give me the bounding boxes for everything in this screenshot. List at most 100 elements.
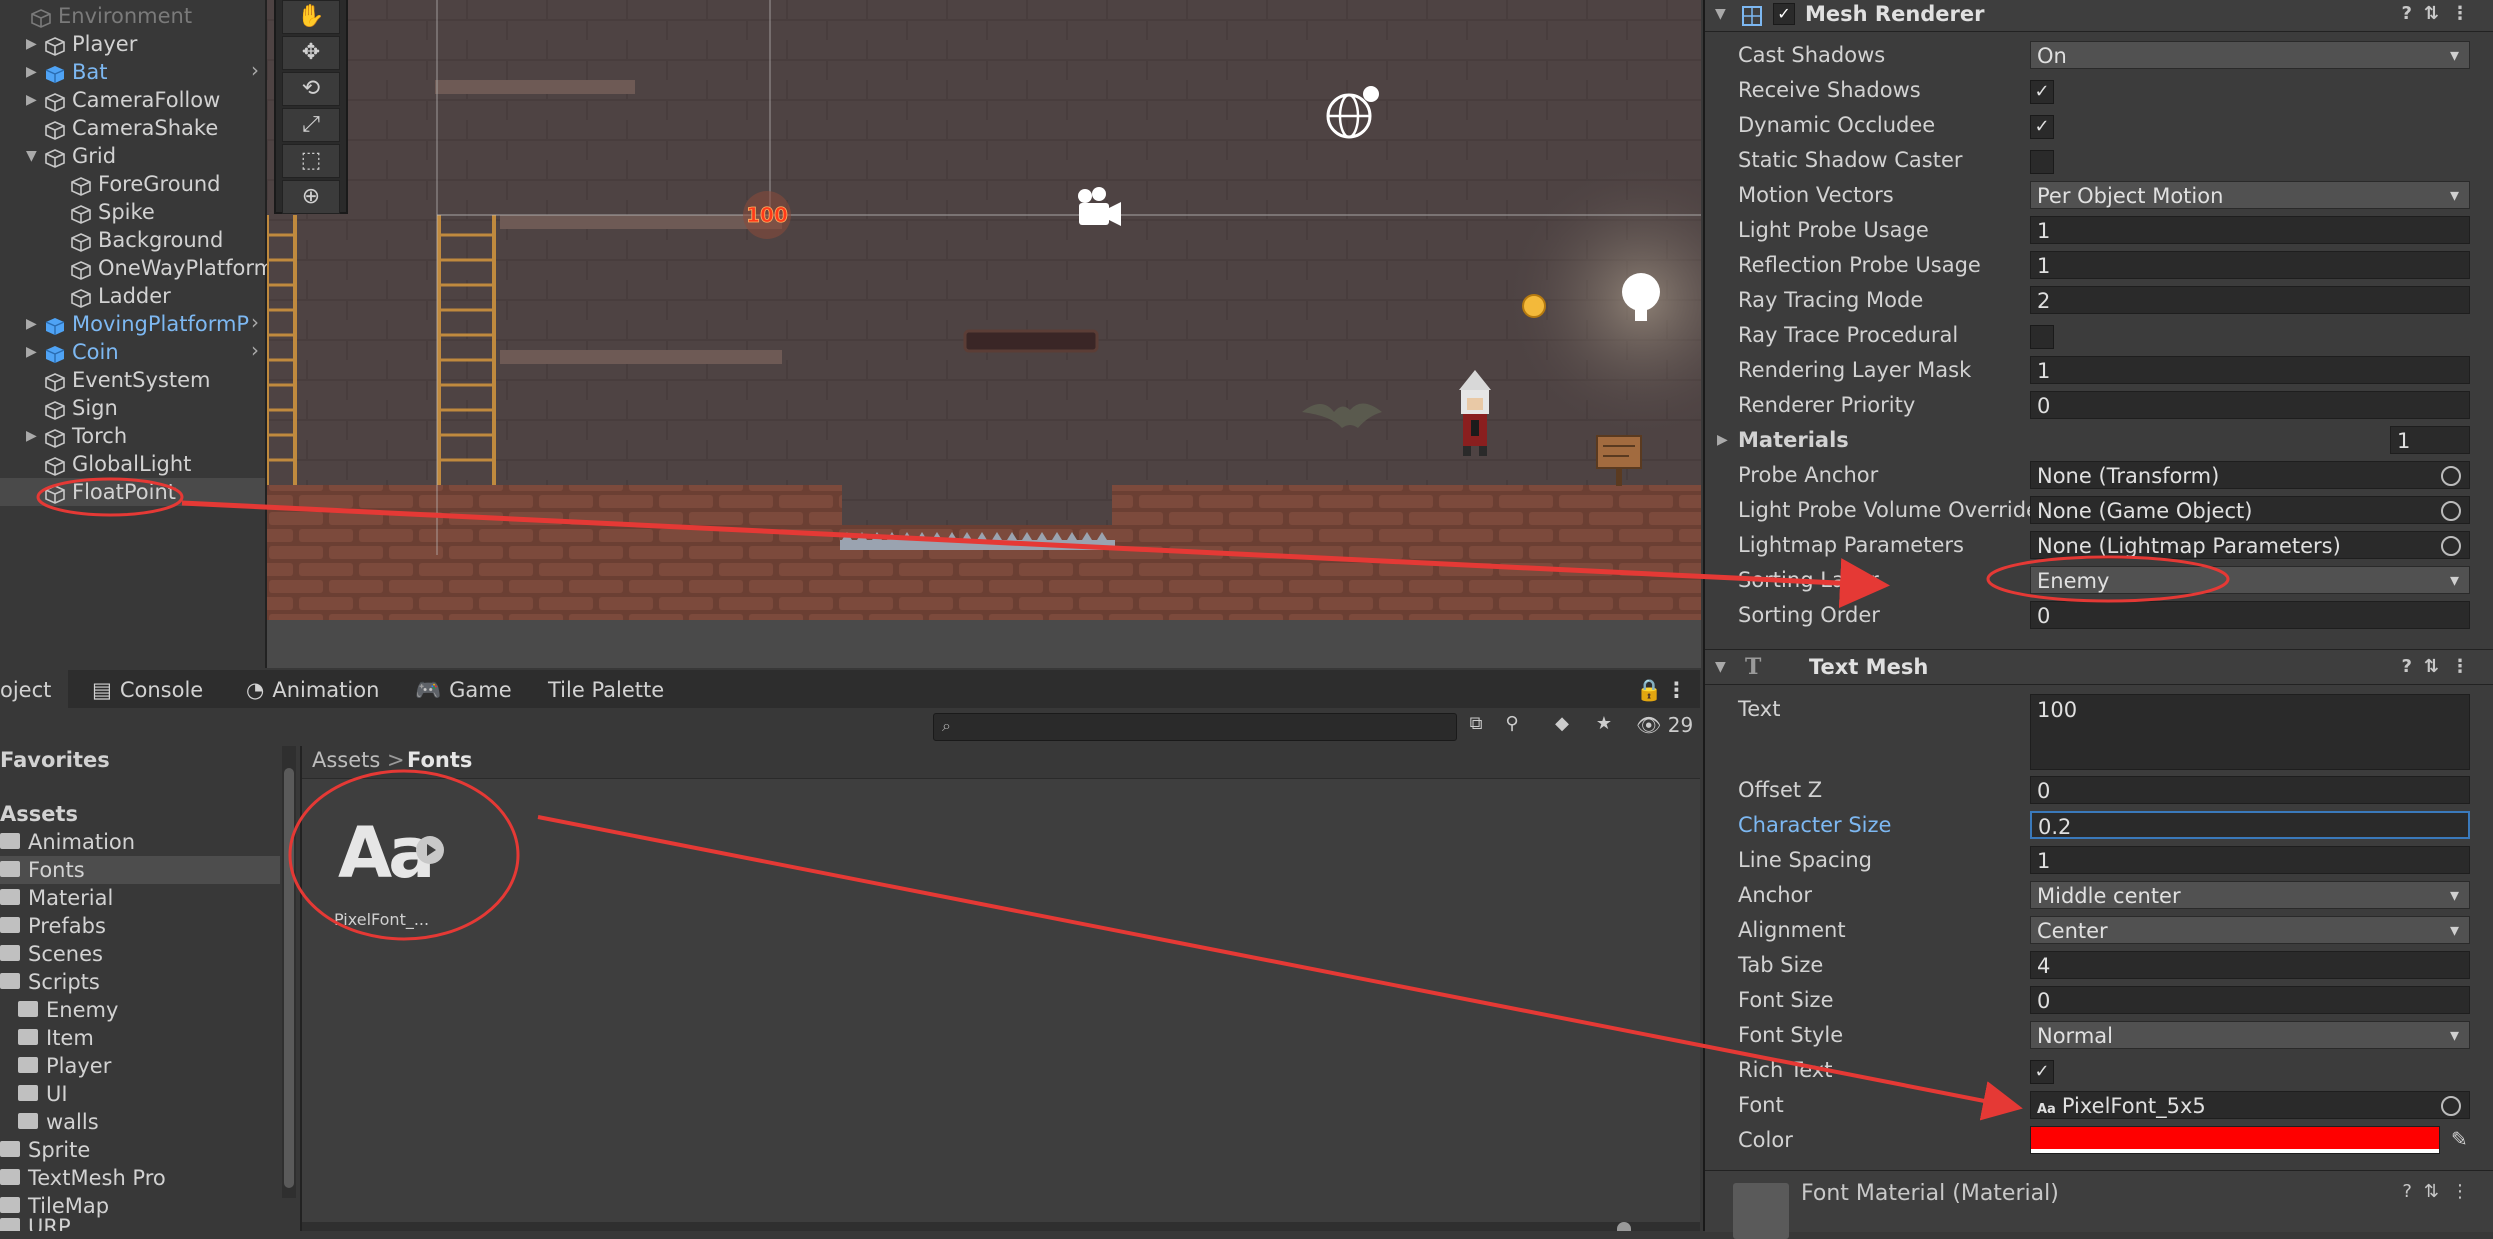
hierarchy-item-ladder[interactable]: Ladder bbox=[70, 282, 171, 310]
alignment-dropdown[interactable]: Center bbox=[2030, 916, 2470, 944]
folder-ui[interactable]: UI bbox=[18, 1080, 68, 1108]
eyedropper-icon[interactable]: ✎ bbox=[2451, 1127, 2468, 1151]
favorites-header[interactable]: Favorites bbox=[0, 746, 110, 774]
hierarchy-item-grid[interactable]: Grid bbox=[44, 142, 116, 170]
folder-urp[interactable]: URP bbox=[0, 1218, 71, 1231]
rich-text-checkbox[interactable]: ✓ bbox=[2030, 1060, 2054, 1084]
folder-prefabs[interactable]: Prefabs bbox=[0, 912, 106, 940]
hierarchy-item-bat[interactable]: Bat bbox=[44, 58, 108, 86]
offset-z-field[interactable]: 0 bbox=[2030, 776, 2470, 804]
line-spacing-field[interactable]: 1 bbox=[2030, 846, 2470, 874]
hierarchy-item-camerashake[interactable]: CameraShake bbox=[44, 114, 218, 142]
grid-size-slider-handle[interactable] bbox=[1617, 1222, 1631, 1231]
ray-trace-procedural-checkbox[interactable] bbox=[2030, 325, 2054, 349]
hierarchy-item-globallight[interactable]: GlobalLight bbox=[44, 450, 191, 478]
play-preview-icon[interactable] bbox=[416, 836, 444, 864]
tab-animation[interactable]: ◔ Animation bbox=[246, 670, 379, 710]
expand-arrow-icon[interactable]: ▶ bbox=[1717, 432, 1728, 448]
probe-anchor-field[interactable]: None (Transform) bbox=[2030, 461, 2470, 489]
hierarchy-item-environment[interactable]: Environment bbox=[30, 2, 192, 30]
hierarchy-item-player[interactable]: Player bbox=[44, 30, 137, 58]
tab-tile-palette[interactable]: Tile Palette bbox=[548, 670, 664, 710]
folder-player[interactable]: Player bbox=[18, 1052, 111, 1080]
tab-project[interactable]: oject bbox=[0, 670, 68, 710]
expand-arrow-icon[interactable]: ▶ bbox=[26, 64, 37, 80]
collapse-arrow-icon[interactable]: ▼ bbox=[1715, 0, 1726, 31]
folder-sprite[interactable]: Sprite bbox=[0, 1136, 90, 1164]
hierarchy-item-sign[interactable]: Sign bbox=[44, 394, 118, 422]
folder-walls[interactable]: walls bbox=[18, 1108, 99, 1136]
breadcrumb-fonts[interactable]: Fonts bbox=[407, 748, 472, 772]
component-enabled-checkbox[interactable]: ✓ bbox=[1773, 3, 1795, 25]
chevron-right-icon[interactable]: › bbox=[251, 338, 259, 362]
star-icon[interactable]: ★ bbox=[1590, 713, 1618, 739]
chevron-right-icon[interactable]: › bbox=[251, 310, 259, 334]
transform-tool-button[interactable]: ⊕ bbox=[282, 180, 340, 214]
materials-size-field[interactable]: 1 bbox=[2390, 426, 2470, 454]
object-picker-icon[interactable] bbox=[2441, 536, 2461, 556]
lock-icon[interactable]: 🔒 bbox=[1636, 670, 1662, 710]
expand-arrow-icon[interactable]: ▶ bbox=[26, 428, 37, 444]
font-object-field[interactable]: Aa PixelFont_5x5 bbox=[2030, 1091, 2470, 1119]
text-mesh-header[interactable]: ▼ T Text Mesh ?⇅⋮ bbox=[1705, 649, 2493, 685]
tab-size-field[interactable]: 4 bbox=[2030, 951, 2470, 979]
cast-shadows-dropdown[interactable]: On bbox=[2030, 41, 2470, 69]
hierarchy-item-torch[interactable]: Torch bbox=[44, 422, 127, 450]
motion-vectors-dropdown[interactable]: Per Object Motion bbox=[2030, 181, 2470, 209]
collapse-arrow-icon[interactable]: ▼ bbox=[26, 148, 37, 164]
folder-item[interactable]: Item bbox=[18, 1024, 94, 1052]
color-swatch-field[interactable] bbox=[2030, 1126, 2440, 1154]
breadcrumb-assets[interactable]: Assets bbox=[312, 748, 380, 772]
dynamic-occludee-checkbox[interactable]: ✓ bbox=[2030, 115, 2054, 139]
help-icon[interactable]: ? bbox=[2401, 3, 2423, 24]
tab-game[interactable]: 🎮 Game bbox=[415, 670, 512, 710]
anchor-dropdown[interactable]: Middle center bbox=[2030, 881, 2470, 909]
text-area[interactable]: 100 bbox=[2030, 694, 2470, 770]
filter-icon[interactable]: ⚲ bbox=[1498, 713, 1526, 739]
materials-label[interactable]: Materials bbox=[1738, 425, 1849, 455]
assets-header[interactable]: Assets bbox=[0, 800, 78, 828]
expand-arrow-icon[interactable]: ▶ bbox=[26, 344, 37, 360]
font-size-field[interactable]: 0 bbox=[2030, 986, 2470, 1014]
sorting-layer-dropdown[interactable]: Enemy bbox=[2030, 566, 2470, 594]
ray-tracing-mode-field[interactable]: 2 bbox=[2030, 286, 2470, 314]
visibility-count[interactable]: 👁 29 bbox=[1636, 713, 1693, 737]
chevron-right-icon[interactable]: › bbox=[251, 58, 259, 82]
object-picker-icon[interactable] bbox=[2441, 1096, 2461, 1116]
mesh-renderer-header[interactable]: ▼ ✓ Mesh Renderer ?⇅⋮ bbox=[1705, 0, 2493, 32]
preset-icon[interactable]: ⇅ bbox=[2424, 1181, 2451, 1202]
hierarchy-item-camerafollow[interactable]: CameraFollow bbox=[44, 86, 220, 114]
sorting-order-field[interactable]: 0 bbox=[2030, 601, 2470, 629]
font-style-dropdown[interactable]: Normal bbox=[2030, 1021, 2470, 1049]
rotate-tool-button[interactable]: ⟲ bbox=[282, 72, 340, 106]
expand-arrow-icon[interactable]: ▶ bbox=[26, 316, 37, 332]
reflection-probe-usage-field[interactable]: 1 bbox=[2030, 251, 2470, 279]
hierarchy-item-coin[interactable]: Coin bbox=[44, 338, 119, 366]
hierarchy-item-foreground[interactable]: ForeGround bbox=[70, 170, 221, 198]
kebab-menu-icon[interactable]: ⋮ bbox=[1666, 670, 1687, 710]
move-tool-button[interactable]: ✥ bbox=[282, 36, 340, 70]
preset-icon[interactable]: ⇅ bbox=[2424, 3, 2451, 24]
hierarchy-item-eventsystem[interactable]: EventSystem bbox=[44, 366, 210, 394]
folder-scripts[interactable]: Scripts bbox=[0, 968, 100, 996]
grid-size-slider-track[interactable] bbox=[302, 1222, 1700, 1231]
lightmap-parameters-field[interactable]: None (Lightmap Parameters) bbox=[2030, 531, 2470, 559]
project-search-input[interactable]: ⌕ bbox=[933, 713, 1457, 741]
object-picker-icon[interactable] bbox=[2441, 501, 2461, 521]
folder-fonts[interactable]: Fonts bbox=[0, 856, 280, 884]
hierarchy-item-onewayplatform[interactable]: OneWayPlatform bbox=[70, 254, 274, 282]
hand-tool-button[interactable]: ✋ bbox=[282, 0, 340, 34]
static-shadow-caster-checkbox[interactable] bbox=[2030, 150, 2054, 174]
help-icon[interactable]: ? bbox=[2401, 656, 2423, 677]
folder-material[interactable]: Material bbox=[0, 884, 113, 912]
hierarchy-item-movingplatform[interactable]: MovingPlatformP bbox=[44, 310, 249, 338]
kebab-menu-icon[interactable]: ⋮ bbox=[2451, 3, 2481, 24]
object-picker-icon[interactable] bbox=[2441, 466, 2461, 486]
hierarchy-item-floatpoint[interactable]: FloatPoint bbox=[0, 478, 265, 506]
light-probe-volume-override-field[interactable]: None (Game Object) bbox=[2030, 496, 2470, 524]
kebab-menu-icon[interactable]: ⋮ bbox=[2451, 656, 2481, 677]
rendering-layer-mask-field[interactable]: 1 bbox=[2030, 356, 2470, 384]
tab-console[interactable]: ▤ Console bbox=[92, 670, 203, 710]
label-tag-icon[interactable]: ◆ bbox=[1548, 713, 1576, 739]
folder-tilemap[interactable]: TileMap bbox=[0, 1192, 109, 1220]
